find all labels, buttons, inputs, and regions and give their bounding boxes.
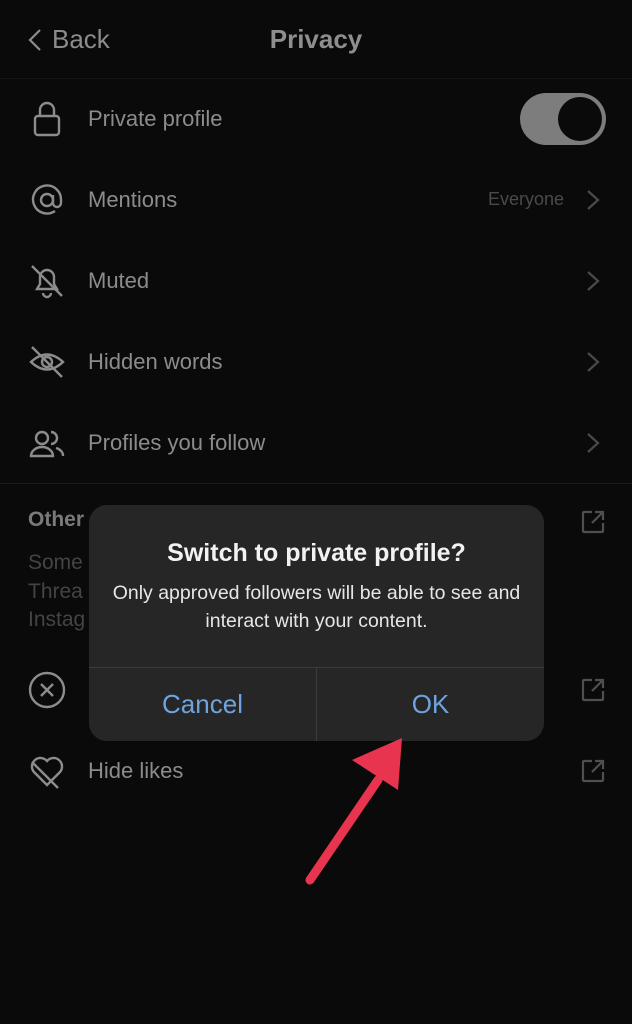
red-arrow-annotation bbox=[305, 738, 402, 885]
